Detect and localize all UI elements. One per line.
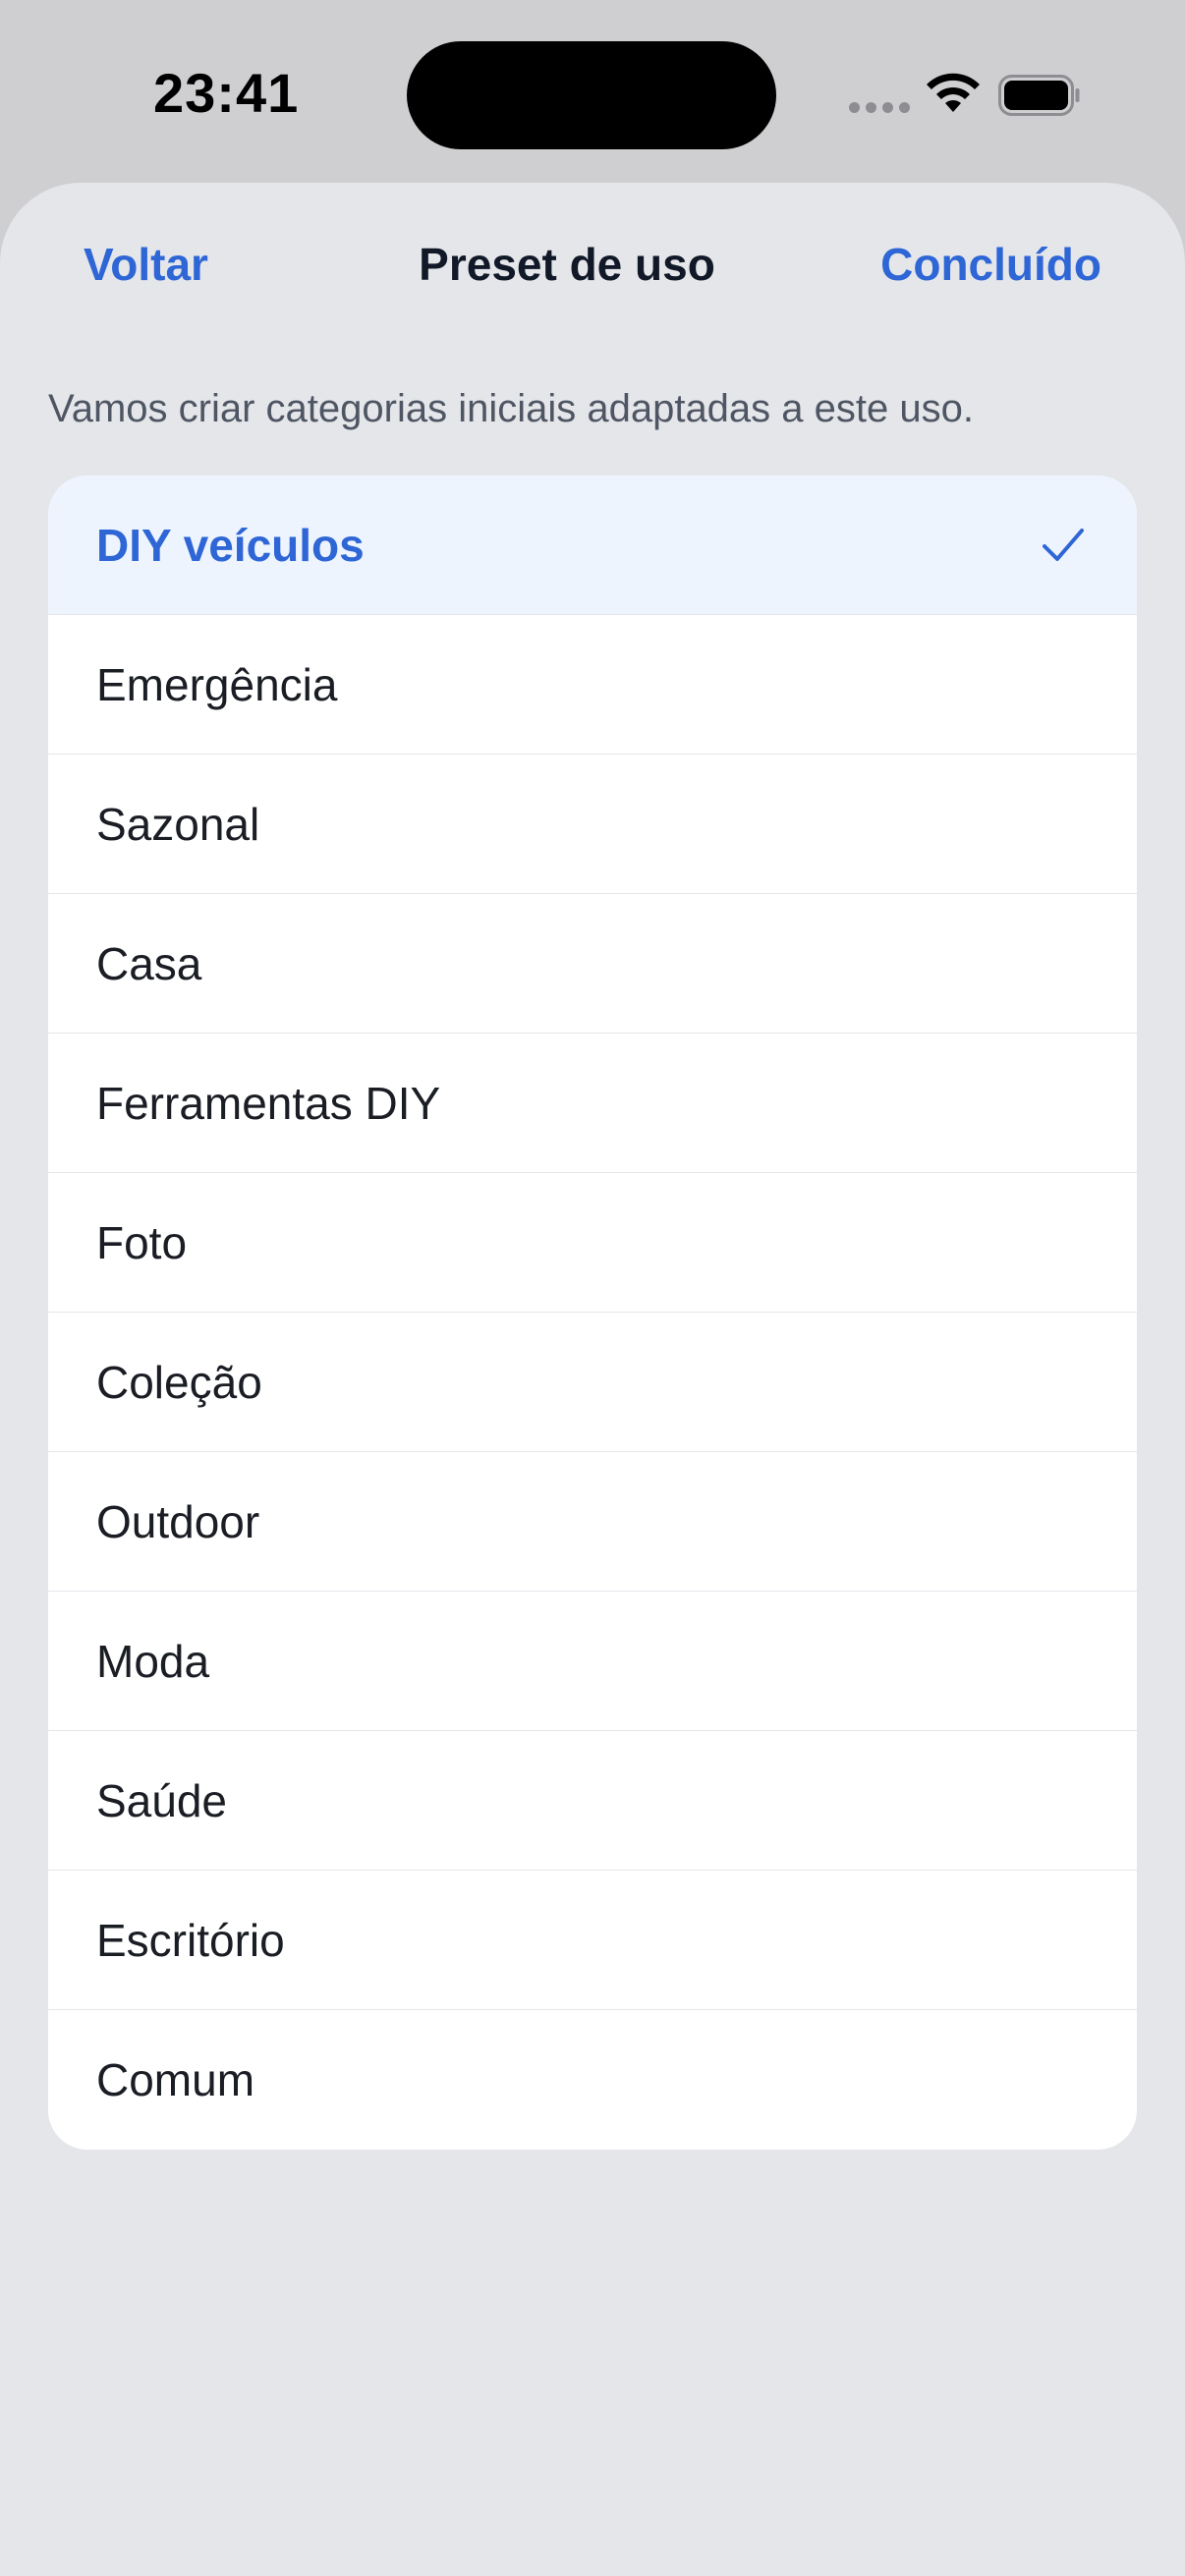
preset-item-label: Emergência: [96, 658, 338, 710]
preset-item[interactable]: Ferramentas DIY: [48, 1034, 1137, 1173]
preset-item-label: Foto: [96, 1216, 188, 1268]
back-button[interactable]: Voltar: [84, 238, 208, 291]
preset-item-label: DIY veículos: [96, 519, 365, 571]
preset-item-label: Coleção: [96, 1356, 262, 1408]
subtitle: Vamos criar categorias iniciais adaptada…: [48, 387, 974, 430]
battery-icon: [998, 75, 1080, 116]
preset-item-label: Moda: [96, 1635, 210, 1687]
preset-item-selected[interactable]: DIY veículos: [48, 476, 1137, 615]
preset-item[interactable]: Moda: [48, 1592, 1137, 1731]
status-bar: 23:41: [0, 0, 1185, 187]
preset-item[interactable]: Coleção: [48, 1313, 1137, 1452]
cellular-signal-icon: [849, 102, 910, 113]
preset-item[interactable]: Casa: [48, 894, 1137, 1034]
preset-list: DIY veículos Emergência Sazonal Casa Fer…: [48, 476, 1137, 2150]
preset-item-label: Escritório: [96, 1914, 285, 1966]
preset-item[interactable]: Escritório: [48, 1871, 1137, 2010]
preset-item-label: Saúde: [96, 1774, 228, 1826]
preset-item[interactable]: Outdoor: [48, 1452, 1137, 1592]
status-time: 23:41: [153, 62, 300, 124]
preset-item-label: Casa: [96, 937, 202, 989]
preset-item[interactable]: Emergência: [48, 615, 1137, 755]
done-button[interactable]: Concluído: [880, 238, 1101, 291]
preset-item[interactable]: Saúde: [48, 1731, 1137, 1871]
wifi-icon: [927, 73, 980, 112]
preset-item[interactable]: Foto: [48, 1173, 1137, 1313]
preset-item-label: Sazonal: [96, 798, 260, 850]
preset-item-label: Ferramentas DIY: [96, 1077, 441, 1129]
preset-item[interactable]: Sazonal: [48, 755, 1137, 894]
dynamic-island: [407, 41, 776, 149]
preset-item-label: Outdoor: [96, 1495, 260, 1547]
preset-item-label: Comum: [96, 2054, 255, 2105]
preset-item[interactable]: Comum: [48, 2010, 1137, 2150]
checkmark-icon: [1043, 528, 1084, 561]
preset-sheet: Voltar Preset de uso Concluído Vamos cri…: [0, 183, 1185, 2576]
